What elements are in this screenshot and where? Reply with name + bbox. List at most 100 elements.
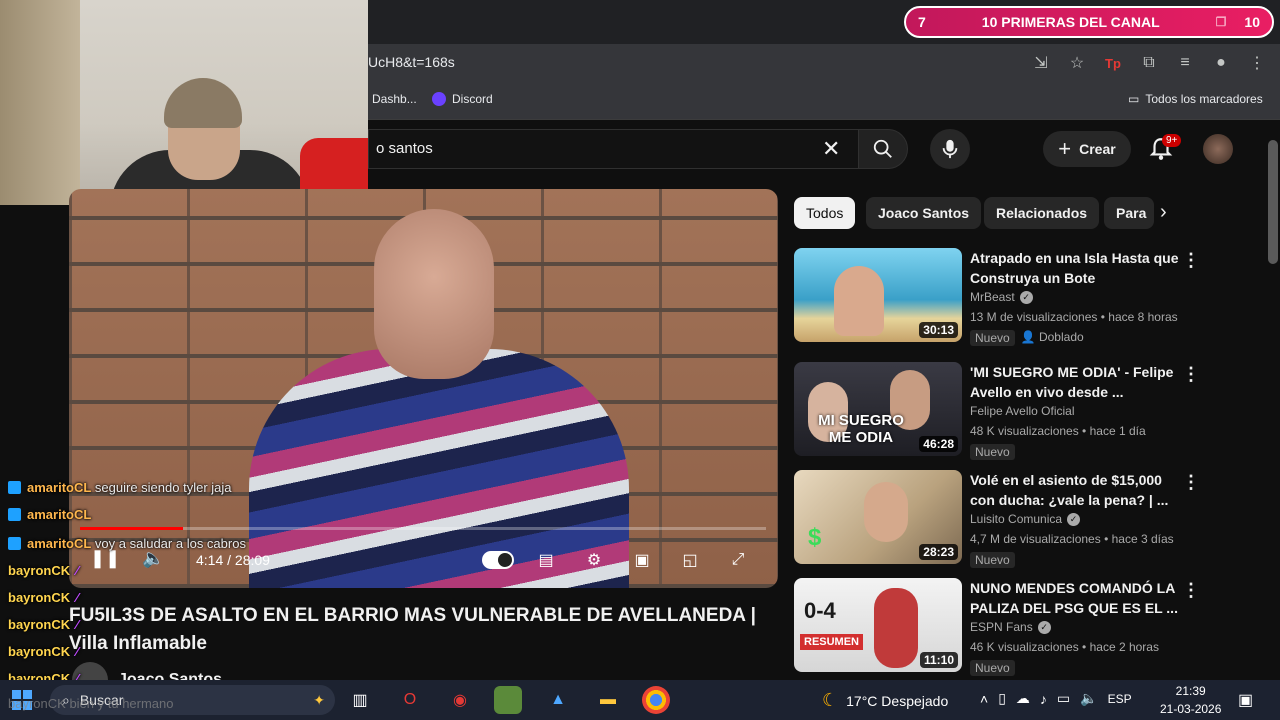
recommended-video[interactable]: 30:13 Atrapado en una Isla Hasta que Con…: [794, 248, 1264, 348]
install-icon[interactable]: ⇲: [1030, 52, 1052, 74]
video-frame-shirt: [249, 349, 629, 588]
bookmark-dashboard[interactable]: Dashb...: [372, 92, 417, 106]
file-explorer-icon[interactable]: ▬: [594, 686, 622, 714]
recommended-channel[interactable]: ESPN Fans ✓: [970, 620, 1051, 634]
chrome-icon[interactable]: [642, 686, 670, 714]
mic-tray-icon[interactable]: ♪: [1040, 691, 1047, 707]
weather-widget[interactable]: ☾ 17°C Despejado: [822, 690, 948, 711]
dubbed-badge: 👤 Doblado: [1020, 330, 1084, 344]
url-text[interactable]: UcH8&t=168s: [368, 54, 455, 70]
recommended-video-title[interactable]: NUNO MENDES COMANDÓ LA PALIZA DEL PSG QU…: [970, 578, 1180, 618]
overlay-title: 10 PRIMERAS DEL CANAL: [981, 14, 1160, 30]
opera-icon[interactable]: O: [396, 686, 424, 714]
clock-date: 21-03-2026: [1160, 702, 1222, 716]
cast-icon[interactable]: ◱: [677, 548, 703, 572]
menu-icon[interactable]: ⋮: [1246, 52, 1268, 74]
video-thumbnail[interactable]: 0-4 RESUMEN 11:10: [794, 578, 962, 672]
chat-message: bayronCK ⁄: [8, 644, 79, 659]
video-thumbnail[interactable]: MI SUEGRO ME ODIA 46:28: [794, 362, 962, 456]
search-button[interactable]: [858, 129, 908, 169]
stream-goal-overlay: 7 10 PRIMERAS DEL CANAL ❐ 10: [904, 6, 1274, 38]
chip-joaco-santos[interactable]: Joaco Santos: [866, 197, 982, 229]
chevron-right-icon[interactable]: ›: [1160, 201, 1167, 224]
recommended-meta: 4,7 M de visualizaciones • hace 3 días: [970, 532, 1174, 546]
chat-message: bayronCK ⁄: [8, 617, 79, 632]
bookmark-all[interactable]: ▭ Todos los marcadores: [1128, 92, 1263, 106]
profile-icon[interactable]: ●: [1210, 52, 1232, 74]
recommended-channel[interactable]: Felipe Avello Oficial: [970, 404, 1075, 418]
create-label: Crear: [1079, 141, 1116, 157]
more-options-icon[interactable]: ⋮: [1182, 364, 1200, 385]
minecraft-icon[interactable]: [494, 686, 522, 714]
thumbnail-figure: [864, 482, 908, 542]
star-icon[interactable]: ☆: [1066, 52, 1088, 74]
language-indicator[interactable]: ESP: [1108, 692, 1132, 706]
webcam-overlay: [0, 0, 368, 205]
subtitles-icon[interactable]: ▤: [533, 548, 559, 572]
recommended-video-title[interactable]: Atrapado en una Isla Hasta que Construya…: [970, 248, 1180, 288]
recommended-badges: Nuevo: [970, 444, 1015, 460]
more-options-icon[interactable]: ⋮: [1182, 250, 1200, 271]
recommended-video[interactable]: 0-4 RESUMEN 11:10 NUNO MENDES COMANDÓ LA…: [794, 578, 1264, 678]
dubbed-icon: 👤: [1020, 330, 1039, 344]
emote-icon: ⁄: [76, 563, 79, 578]
thumbnail-figure: [874, 588, 918, 668]
network-icon[interactable]: ▭: [1057, 690, 1070, 707]
miniplayer-icon[interactable]: ▣: [629, 548, 655, 572]
clear-search-icon[interactable]: ✕: [822, 136, 840, 162]
puzzle-icon[interactable]: ⧉: [1138, 52, 1160, 74]
video-progress-bar[interactable]: [80, 527, 766, 530]
speaker-icon[interactable]: 🔈: [1080, 690, 1097, 707]
recommended-meta: 13 M de visualizaciones • hace 8 horas: [970, 310, 1178, 324]
chip-para[interactable]: Para: [1104, 197, 1154, 229]
webcam-shelf: [0, 0, 80, 205]
pause-icon[interactable]: ❚❚: [90, 548, 120, 569]
video-title: FU5IL3S DE ASALTO EN EL BARRIO MAS VULNE…: [69, 605, 756, 654]
moderator-badge-icon: [8, 481, 21, 494]
store-icon[interactable]: ▲: [544, 686, 572, 714]
recommended-meta: 48 K visualizaciones • hace 1 día: [970, 424, 1146, 438]
extension-tp-icon[interactable]: Tp: [1102, 52, 1124, 74]
volume-icon[interactable]: 🔈: [142, 548, 164, 569]
voice-search-button[interactable]: [930, 129, 970, 169]
search-input-value[interactable]: o santos: [376, 140, 433, 157]
taskbar-clock[interactable]: 21:39 21-03-2026: [1160, 682, 1221, 718]
recommended-channel[interactable]: MrBeast ✓: [970, 290, 1033, 304]
chat-message: amaritoCL seguire siendo tyler jaja: [8, 480, 232, 495]
media-icon[interactable]: ≡: [1174, 52, 1196, 74]
notifications-icon[interactable]: ▣: [1238, 690, 1253, 710]
account-avatar[interactable]: [1203, 134, 1233, 164]
video-thumbnail[interactable]: $ 28:23: [794, 470, 962, 564]
more-options-icon[interactable]: ⋮: [1182, 472, 1200, 493]
chat-message: amaritoCL voy a saludar a los cabros: [8, 536, 246, 551]
fullscreen-icon[interactable]: ⤢: [725, 548, 751, 572]
verified-check-icon: ✓: [1067, 512, 1081, 526]
emote-icon: ⁄: [76, 617, 79, 632]
create-button[interactable]: + Crear: [1043, 131, 1131, 167]
bookmark-discord[interactable]: Discord: [432, 92, 493, 106]
browser-toolbar-icons: ⇲ ☆ Tp ⧉ ≡ ● ⋮: [1030, 52, 1268, 74]
cloud-icon[interactable]: ☁: [1016, 690, 1030, 707]
chat-message: bayronCK ⁄: [8, 563, 79, 578]
settings-gear-icon[interactable]: ⚙: [581, 548, 607, 572]
recommended-video-title[interactable]: 'MI SUEGRO ME ODIA' - Felipe Avello en v…: [970, 362, 1180, 402]
chevron-up-icon[interactable]: ˄: [980, 691, 988, 707]
recommended-video-title[interactable]: Volé en el asiento de $15,000 con ducha:…: [970, 470, 1180, 510]
recommended-video[interactable]: MI SUEGRO ME ODIA 46:28 'MI SUEGRO ME OD…: [794, 362, 1264, 462]
device-icon[interactable]: ▯: [998, 690, 1006, 707]
more-options-icon[interactable]: ⋮: [1182, 580, 1200, 601]
recommended-meta: 46 K visualizaciones • hace 2 horas: [970, 640, 1159, 654]
system-tray: ˄ ▯ ☁ ♪ ▭ 🔈 ESP: [980, 690, 1132, 707]
video-thumbnail[interactable]: 30:13: [794, 248, 962, 342]
page-scrollbar-thumb[interactable]: [1268, 140, 1278, 264]
task-view-icon[interactable]: ▥: [346, 686, 374, 714]
app-icon[interactable]: ◉: [446, 686, 474, 714]
autoplay-toggle[interactable]: [482, 551, 514, 569]
search-input[interactable]: [368, 129, 858, 169]
chip-todos[interactable]: Todos: [794, 197, 856, 229]
recommended-video[interactable]: $ 28:23 Volé en el asiento de $15,000 co…: [794, 470, 1264, 570]
video-duration: 11:10: [919, 652, 958, 668]
chip-relacionados[interactable]: Relacionados: [984, 197, 1100, 229]
recommended-channel[interactable]: Luisito Comunica ✓: [970, 512, 1081, 526]
chat-message: bayronCK bien y tu hermano: [8, 696, 174, 711]
